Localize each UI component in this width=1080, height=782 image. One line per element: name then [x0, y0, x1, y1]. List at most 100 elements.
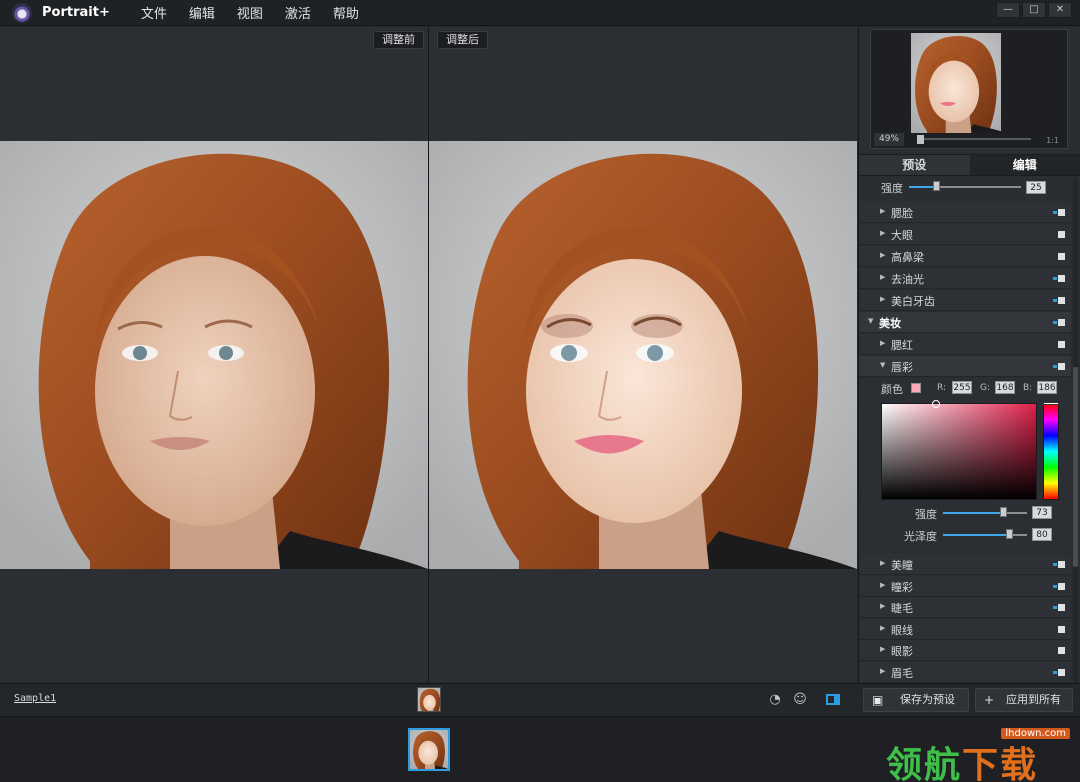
menu-help[interactable]: 帮助: [333, 3, 359, 22]
split-view-icon[interactable]: [826, 694, 840, 705]
adjustment-item-2[interactable]: ▶ 高鼻梁: [859, 246, 1071, 267]
item-lip-color-label: 唇彩: [891, 361, 913, 374]
navigator[interactable]: 49% 1:1: [870, 29, 1068, 149]
tab-edit[interactable]: 编辑: [969, 155, 1080, 175]
adjustment-item-toggle[interactable]: [1058, 253, 1065, 260]
strength-slider-knob[interactable]: [933, 181, 940, 191]
gloss-value[interactable]: 80: [1032, 528, 1052, 541]
menu-activate[interactable]: 激活: [285, 3, 311, 22]
zoom-level: 49%: [874, 133, 904, 146]
adjustment-item-toggle[interactable]: [1058, 231, 1065, 238]
adjustment-item-label: 瞳彩: [891, 580, 913, 594]
adjustment-item-toggle[interactable]: [1053, 275, 1065, 282]
before-photo: [0, 141, 428, 569]
close-button[interactable]: ✕: [1048, 2, 1072, 18]
b-value[interactable]: 186: [1037, 381, 1057, 394]
panel-tabs: 预设 编辑: [859, 154, 1080, 176]
collapse-arrow-icon: ▶: [880, 623, 886, 632]
menu-edit[interactable]: 编辑: [189, 3, 215, 22]
app-name: Portrait+: [42, 5, 110, 20]
after-photo: [429, 141, 857, 569]
smile-face-icon[interactable]: ☺: [792, 692, 808, 708]
lip-strength-slider-knob[interactable]: [1000, 507, 1008, 517]
color-label: 颜色: [881, 383, 903, 396]
plus-icon: +: [984, 693, 995, 707]
gloss-slider[interactable]: [943, 534, 1027, 536]
navigator-thumbnail[interactable]: [911, 33, 1001, 133]
adjustment-item-toggle[interactable]: [1053, 668, 1065, 676]
collapse-arrow-icon: ▶: [880, 207, 886, 215]
adjustment-item-toggle[interactable]: [1058, 647, 1065, 654]
item-blush[interactable]: ▶ 腮红: [859, 334, 1071, 355]
adjustment-item-3[interactable]: ▶ 去油光: [859, 268, 1071, 289]
makeup-item-5[interactable]: ▶ 眉毛: [859, 661, 1071, 682]
adjustment-item-toggle[interactable]: [1058, 625, 1065, 633]
app-logo-icon: [12, 2, 32, 23]
adjustment-item-toggle[interactable]: [1053, 604, 1065, 611]
collapse-arrow-icon: ▶: [880, 580, 886, 589]
makeup-item-1[interactable]: ▶ 瞳彩: [859, 575, 1071, 597]
maximize-button[interactable]: □: [1022, 2, 1046, 18]
strength-value[interactable]: 25: [1026, 181, 1046, 194]
apply-to-all-button[interactable]: + 应用到所有: [975, 688, 1073, 712]
adjustment-item-4[interactable]: ▶ 美白牙齿: [859, 290, 1071, 311]
zoom-slider[interactable]: [917, 138, 1031, 140]
collapse-arrow-icon: ▶: [880, 645, 886, 653]
adjustment-item-label: 眉毛: [891, 666, 913, 680]
lip-strength-slider[interactable]: [943, 512, 1027, 514]
scrollbar-thumb[interactable]: [1073, 367, 1078, 567]
before-view[interactable]: 调整前: [0, 27, 428, 682]
adjustment-list: 强度 25 ▶ 腮脸 ▶ 大眼 ▶ 高鼻梁 ▶ 去油光 ▶ 美白牙齿 ▼ 美妆 ▶ 腮红 ▼ 唇彩…: [859, 177, 1071, 682]
compare-faces-icon[interactable]: ◔: [767, 692, 783, 708]
save-preset-button[interactable]: ▣ 保存为预设: [863, 688, 969, 712]
adjustment-item-toggle[interactable]: [1053, 561, 1065, 568]
hue-slider[interactable]: [1043, 403, 1059, 500]
filmstrip-thumbnail[interactable]: [408, 728, 450, 771]
after-view[interactable]: 调整后: [429, 27, 857, 682]
adjustment-item-label: 大眼: [891, 229, 913, 242]
after-label: 调整后: [437, 31, 488, 49]
item-blush-toggle[interactable]: [1058, 341, 1065, 348]
lip-strength-value[interactable]: 73: [1032, 506, 1052, 519]
menu-file[interactable]: 文件: [141, 3, 167, 22]
adjustment-item-label: 眼影: [891, 645, 913, 658]
panel-scrollbar[interactable]: [1073, 177, 1078, 682]
adjustment-item-toggle[interactable]: [1053, 209, 1065, 216]
makeup-item-3[interactable]: ▶ 眼线: [859, 618, 1071, 640]
section-makeup[interactable]: ▼ 美妆: [859, 312, 1071, 333]
window-controls: — □ ✕: [996, 2, 1072, 18]
strength-slider[interactable]: [909, 186, 1021, 188]
collapse-arrow-icon: ▶: [880, 273, 886, 281]
collapse-arrow-icon: ▶: [880, 295, 886, 303]
makeup-item-2[interactable]: ▶ 睫毛: [859, 597, 1071, 618]
g-label: G:: [980, 383, 991, 393]
gloss-slider-knob[interactable]: [1006, 529, 1014, 539]
tab-presets[interactable]: 预设: [859, 155, 970, 175]
collapse-arrow-icon: ▶: [880, 559, 886, 567]
g-value[interactable]: 168: [995, 381, 1015, 394]
floppy-icon: ▣: [872, 693, 884, 707]
menu-view[interactable]: 视图: [237, 3, 263, 22]
adjustment-item-toggle[interactable]: [1053, 582, 1065, 590]
adjustment-item-0[interactable]: ▶ 腮脸: [859, 202, 1071, 223]
adjustment-item-1[interactable]: ▶ 大眼: [859, 224, 1071, 245]
picker-cursor-icon[interactable]: [932, 400, 940, 408]
makeup-item-4[interactable]: ▶ 眼影: [859, 640, 1071, 661]
r-value[interactable]: 255: [952, 381, 972, 394]
adjustment-item-toggle[interactable]: [1053, 297, 1065, 304]
item-lip-color[interactable]: ▼ 唇彩: [859, 356, 1071, 377]
item-lip-color-toggle[interactable]: [1053, 363, 1065, 370]
zoom-ratio[interactable]: 1:1: [1046, 136, 1059, 145]
gloss-label: 光泽度: [904, 530, 937, 543]
minimize-button[interactable]: —: [996, 2, 1020, 18]
sample-name-link[interactable]: Sample1: [14, 693, 56, 704]
section-makeup-toggle[interactable]: [1053, 319, 1065, 326]
color-swatch[interactable]: [911, 383, 921, 393]
zoom-slider-knob[interactable]: [917, 135, 924, 144]
collapse-arrow-icon: ▶: [880, 229, 886, 237]
menu-bar: 文件 编辑 视图 激活 帮助: [130, 3, 370, 22]
hue-slider-marker[interactable]: [1043, 402, 1059, 405]
saturation-value-picker[interactable]: [881, 400, 1037, 500]
makeup-item-0[interactable]: ▶ 美瞳: [859, 554, 1071, 575]
current-image-thumbnail[interactable]: [417, 687, 441, 712]
